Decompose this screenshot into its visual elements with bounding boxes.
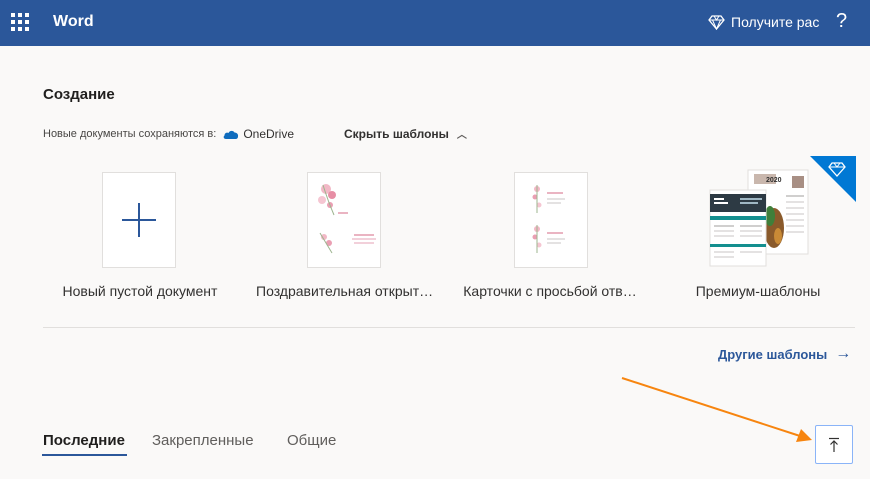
arrow-right-icon: → — [835, 345, 852, 362]
active-tab-indicator — [42, 454, 127, 456]
template-blank-document[interactable] — [102, 172, 176, 268]
template-label-premium: Премиум-шаблоны — [695, 283, 821, 299]
template-label-greeting: Поздравительная открыт… — [256, 283, 434, 299]
get-premium-label: Получите рас — [731, 14, 820, 30]
scroll-to-top-icon — [829, 437, 839, 452]
tab-pinned[interactable]: Закрепленные — [152, 432, 254, 449]
diamond-icon — [708, 14, 725, 30]
chevron-up-icon: ︿ — [456, 130, 467, 141]
hide-templates-label: Скрыть шаблоны — [344, 126, 449, 141]
get-premium-button[interactable]: Получите рас — [708, 12, 819, 32]
onedrive-label: OneDrive — [243, 127, 294, 141]
save-location-line: Новые документы сохраняются в: OneDrive — [43, 127, 294, 141]
save-location-prefix: Новые документы сохраняются в: — [43, 128, 217, 140]
resume-year-text: 2020 — [766, 177, 782, 184]
help-button[interactable]: ? — [836, 10, 847, 33]
template-rsvp-cards[interactable] — [514, 172, 588, 268]
hide-templates-button[interactable]: Скрыть шаблоны ︿ — [344, 126, 467, 142]
create-section-title: Создание — [43, 86, 115, 103]
section-divider — [43, 327, 855, 328]
template-greeting-card[interactable] — [307, 172, 381, 268]
app-header: Word Получите рас ? — [0, 0, 870, 46]
template-label-blank: Новый пустой документ — [62, 283, 218, 299]
more-templates-link[interactable]: Другие шаблоны → — [718, 345, 851, 363]
greeting-card-thumbnail — [318, 184, 376, 254]
tab-recent[interactable]: Последние — [43, 432, 125, 449]
tab-shared[interactable]: Общие — [287, 432, 336, 449]
onedrive-link[interactable]: OneDrive — [222, 127, 294, 141]
onedrive-cloud-icon — [223, 130, 239, 139]
template-label-rsvp: Карточки с просьбой отв… — [463, 283, 637, 299]
app-launcher-icon[interactable] — [11, 13, 29, 31]
template-premium[interactable]: 2020 — [700, 156, 856, 274]
plus-icon — [122, 203, 156, 237]
scroll-to-top-button[interactable] — [815, 425, 853, 464]
more-templates-label: Другие шаблоны — [718, 346, 828, 362]
premium-templates-thumbnail: 2020 — [709, 156, 856, 267]
rsvp-cards-thumbnail — [532, 185, 565, 253]
app-name[interactable]: Word — [53, 13, 94, 31]
